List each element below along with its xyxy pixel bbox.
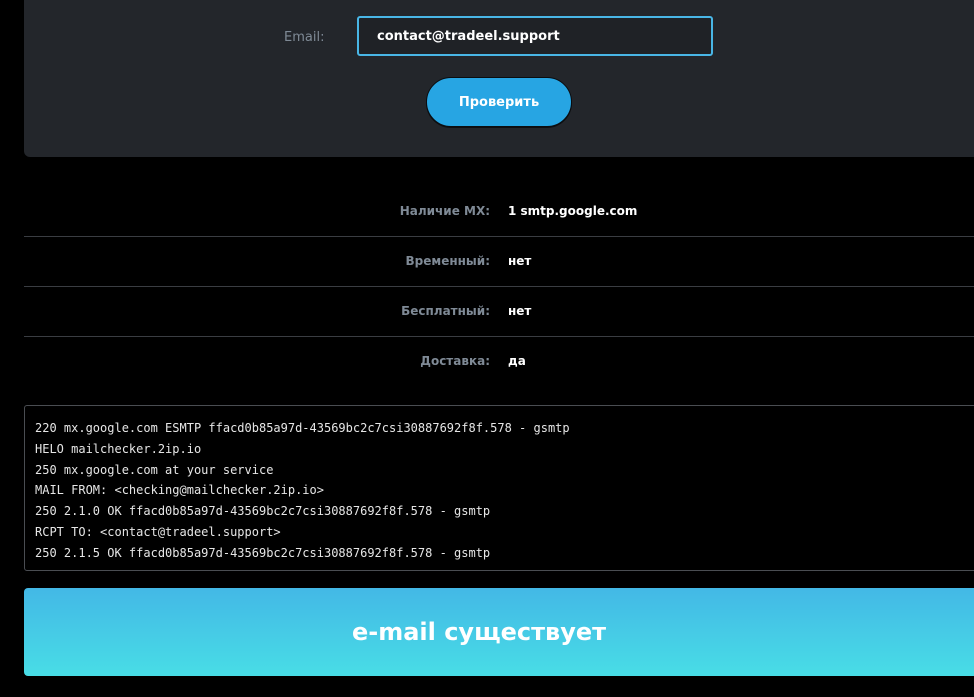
- result-banner: e-mail существует: [24, 588, 974, 676]
- result-label: Доставка:: [420, 354, 490, 368]
- log-line: 220 mx.google.com ESMTP ffacd0b85a97d-43…: [35, 421, 570, 435]
- email-label: Email:: [284, 30, 325, 45]
- log-line: HELO mailchecker.2ip.io: [35, 441, 202, 456]
- result-row-free: Бесплатный: нет: [24, 287, 974, 337]
- results-list: Наличие MX: 1 smtp.google.com Временный:…: [24, 187, 974, 386]
- log-line: MAIL FROM: <checking@mailchecker.2ip.io>: [35, 483, 324, 498]
- result-banner-text: e-mail существует: [351, 618, 607, 646]
- result-value: 1 smtp.google.com: [508, 204, 638, 218]
- result-label: Наличие MX:: [399, 204, 490, 218]
- page: Email: Проверить Наличие MX: 1 smtp.goog…: [0, 0, 974, 697]
- email-input[interactable]: [357, 16, 713, 56]
- email-check-form: Email: Проверить: [24, 0, 974, 157]
- check-button[interactable]: Проверить: [426, 77, 572, 127]
- log-line: 250 2.1.0 OK ffacd0b85a97d-43569bc2c7csi…: [35, 504, 491, 519]
- result-value: нет: [508, 304, 532, 318]
- result-label: Бесплатный:: [401, 304, 490, 318]
- log-line: RCPT TO: <contact@tradeel.support>: [35, 524, 281, 539]
- result-value: нет: [508, 254, 532, 268]
- log-line: 250 mx.google.com at your service: [35, 462, 274, 477]
- result-value: да: [508, 354, 526, 368]
- smtp-log[interactable]: 220 mx.google.com ESMTP ffacd0b85a97d-43…: [24, 405, 974, 571]
- result-row-delivery: Доставка: да: [24, 337, 974, 386]
- result-row-temporary: Временный: нет: [24, 237, 974, 287]
- log-line: 250 2.1.5 OK ffacd0b85a97d-43569bc2c7csi…: [35, 545, 491, 560]
- result-row-mx: Наличие MX: 1 smtp.google.com: [24, 187, 974, 237]
- result-label: Временный:: [405, 254, 490, 268]
